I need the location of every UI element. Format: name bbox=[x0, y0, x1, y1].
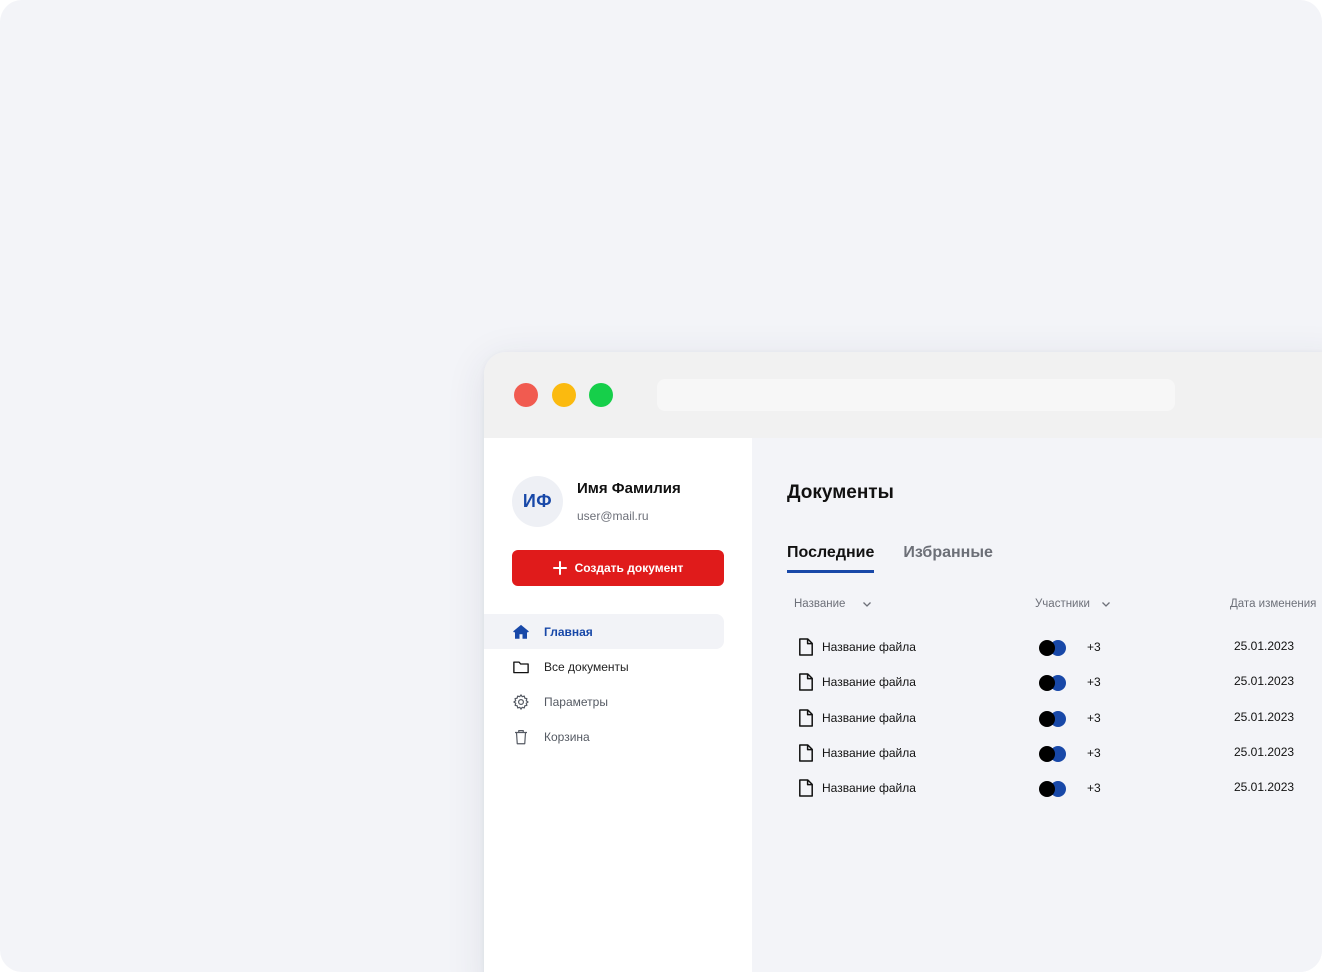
trash-icon bbox=[515, 729, 527, 744]
file-icon bbox=[799, 779, 813, 797]
extra-participants-count: +3 bbox=[1087, 710, 1101, 725]
modified-date: 25.01.2023 bbox=[1234, 709, 1295, 724]
plus-icon bbox=[552, 561, 567, 575]
modified-date: 25.01.2023 bbox=[1234, 780, 1295, 795]
table-row[interactable]: Название файла +3 25.01.2023 bbox=[752, 769, 1322, 804]
file-icon bbox=[799, 708, 813, 727]
create-document-button[interactable]: Создать документ bbox=[512, 550, 724, 586]
user-email: user@mail.ru bbox=[577, 509, 649, 523]
avatar[interactable]: ИФ bbox=[512, 476, 563, 527]
gear-icon bbox=[513, 693, 529, 710]
folder-icon bbox=[513, 660, 529, 673]
tabs: Последние Избранные bbox=[787, 544, 993, 573]
file-icon bbox=[799, 673, 813, 692]
modified-date: 25.01.2023 bbox=[1234, 674, 1295, 689]
table-row[interactable]: Название файла +3 25.01.2023 bbox=[752, 628, 1322, 663]
tab-recent[interactable]: Последние bbox=[787, 544, 875, 573]
file-name: Название файла bbox=[822, 745, 916, 760]
modified-date: 25.01.2023 bbox=[1234, 639, 1295, 653]
page-background: ИФ Имя Фамилия user@mail.ru Создать доку… bbox=[0, 0, 1322, 972]
column-header-participants[interactable]: Участники bbox=[1035, 598, 1112, 610]
chevron-down-icon bbox=[863, 602, 872, 607]
participant-avatars bbox=[1039, 781, 1069, 798]
column-header-modified[interactable]: Дата изменения bbox=[1230, 598, 1316, 610]
file-icon bbox=[799, 744, 813, 762]
column-header-label: Участники bbox=[1035, 598, 1090, 610]
extra-participants-count: +3 bbox=[1087, 781, 1101, 796]
table-row[interactable]: Название файла +3 25.01.2023 bbox=[752, 699, 1322, 734]
document-list: Название файла +3 25.01.2023 Название фа… bbox=[752, 628, 1322, 804]
sidebar-nav: Главная Все документы Параметры Корзина bbox=[484, 614, 724, 754]
table-row[interactable]: Название файла +3 25.01.2023 bbox=[752, 734, 1322, 769]
extra-participants-count: +3 bbox=[1087, 675, 1101, 690]
participant-avatar bbox=[1039, 745, 1055, 762]
address-bar[interactable] bbox=[657, 379, 1175, 411]
home-icon bbox=[513, 624, 529, 639]
sidebar: ИФ Имя Фамилия user@mail.ru Создать доку… bbox=[484, 438, 752, 972]
column-header-label: Дата изменения bbox=[1230, 598, 1317, 610]
modified-date: 25.01.2023 bbox=[1234, 744, 1295, 759]
tab-favorites[interactable]: Избранные bbox=[903, 544, 993, 573]
user-name: Имя Фамилия bbox=[577, 480, 681, 497]
file-icon bbox=[799, 638, 813, 656]
maximize-window-button[interactable] bbox=[589, 383, 613, 407]
column-header-label: Название bbox=[794, 598, 846, 610]
create-document-label: Создать документ bbox=[574, 561, 684, 575]
file-name: Название файла bbox=[822, 781, 916, 796]
column-header-name[interactable]: Название bbox=[794, 598, 873, 610]
participant-avatars bbox=[1039, 710, 1069, 727]
browser-window: ИФ Имя Фамилия user@mail.ru Создать доку… bbox=[484, 352, 1322, 972]
table-row[interactable]: Название файла +3 25.01.2023 bbox=[752, 663, 1322, 698]
sidebar-item-trash[interactable]: Корзина bbox=[484, 719, 724, 754]
extra-participants-count: +3 bbox=[1087, 640, 1101, 654]
sidebar-item-home[interactable]: Главная bbox=[484, 614, 724, 649]
sidebar-item-label: Все документы bbox=[544, 659, 629, 674]
chevron-down-icon bbox=[1101, 602, 1110, 607]
file-name: Название файла bbox=[822, 710, 916, 725]
sidebar-item-label: Корзина bbox=[544, 729, 590, 744]
participant-avatar bbox=[1039, 710, 1055, 727]
participant-avatars bbox=[1039, 745, 1069, 762]
sidebar-item-label: Параметры bbox=[544, 694, 608, 709]
file-name: Название файла bbox=[822, 675, 916, 690]
sidebar-item-all-documents[interactable]: Все документы bbox=[484, 649, 724, 684]
close-window-button[interactable] bbox=[514, 383, 538, 407]
window-titlebar bbox=[484, 352, 1322, 438]
participant-avatars bbox=[1039, 640, 1069, 656]
participant-avatar bbox=[1039, 640, 1055, 656]
extra-participants-count: +3 bbox=[1087, 745, 1101, 760]
minimize-window-button[interactable] bbox=[552, 383, 576, 407]
page-title: Документы bbox=[787, 482, 894, 503]
sidebar-item-label: Главная bbox=[544, 624, 593, 639]
sidebar-item-settings[interactable]: Параметры bbox=[484, 684, 724, 719]
file-name: Название файла bbox=[822, 640, 916, 654]
main-content: Документы Последние Избранные Название У… bbox=[752, 438, 1322, 972]
participant-avatars bbox=[1039, 675, 1069, 692]
